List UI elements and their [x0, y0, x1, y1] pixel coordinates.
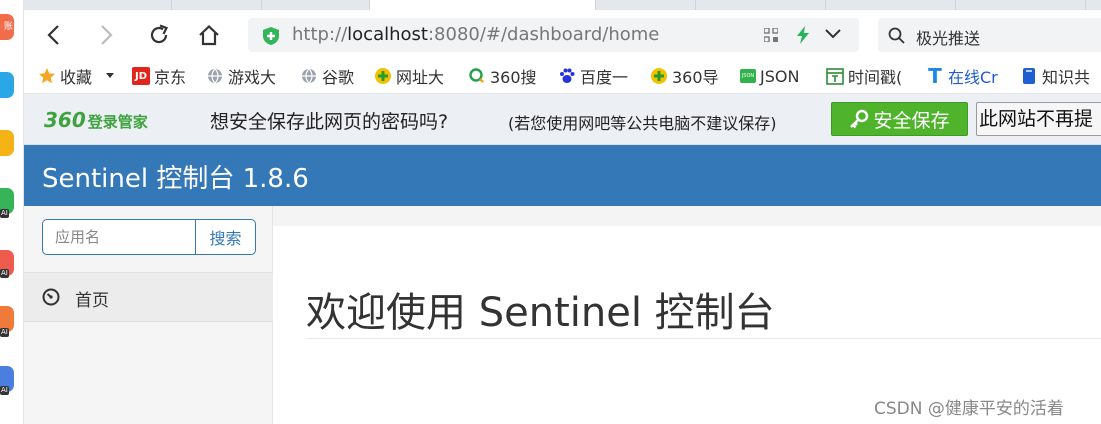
reload-button[interactable]: [144, 20, 174, 50]
app-search: 搜索: [42, 219, 256, 255]
tab-strip: [24, 0, 1101, 10]
bookmark-url-nav[interactable]: 网址大: [374, 64, 444, 88]
star-icon: [38, 67, 56, 85]
reload-icon: [150, 24, 169, 44]
bookmark-online-cr[interactable]: T 在线Cr: [926, 64, 998, 88]
qr-code-icon[interactable]: [764, 28, 778, 42]
jd-icon: JD: [132, 67, 150, 85]
chevron-left-icon: [47, 25, 59, 45]
secure-shield-icon: [263, 27, 279, 45]
app-header: Sentinel 控制台 1.8.6: [24, 145, 1101, 206]
bookmark-360-search[interactable]: 360搜: [468, 64, 537, 88]
lightning-icon[interactable]: [796, 26, 810, 44]
bookmark-google[interactable]: 谷歌: [300, 64, 354, 88]
json-icon: JSON: [740, 69, 756, 83]
sidebar-item-home[interactable]: 首页: [24, 272, 273, 322]
calendar-icon: [826, 67, 844, 85]
home-icon: [199, 24, 219, 46]
sidebar: 搜索 首页: [24, 206, 273, 424]
search-button[interactable]: 搜索: [195, 219, 256, 255]
plus-circle-icon: [650, 67, 668, 85]
csdn-watermark: CSDN @健康平安的活着: [874, 399, 1064, 419]
main-content: 欢迎使用 Sentinel 控制台: [273, 206, 1101, 424]
chevron-down-icon[interactable]: [825, 29, 841, 39]
search-icon: [888, 27, 905, 44]
home-button[interactable]: [194, 20, 224, 50]
side-app-strip: 账号 AI AI AI AI: [0, 0, 24, 424]
bookmark-favorites[interactable]: 收藏: [38, 64, 115, 88]
tab[interactable]: [262, 0, 370, 10]
tab[interactable]: [956, 0, 1086, 10]
url-text[interactable]: http://localhost:8080/#/dashboard/home: [292, 24, 659, 45]
tab[interactable]: [172, 0, 262, 10]
dashboard-gauge-icon: [42, 288, 60, 306]
save-password-hint: (若您使用网吧等公共电脑不建议保存): [508, 114, 777, 133]
divider: [306, 338, 1101, 339]
tab[interactable]: [826, 0, 956, 10]
bookmarks-bar: 收藏 JD 京东 游戏大 谷歌 网址大 360搜 百度一 360导 JSON J…: [24, 58, 1101, 94]
search-icon: [468, 67, 486, 85]
bookmark-json[interactable]: JSON JSON: [740, 64, 799, 88]
account-badge-icon[interactable]: 账号: [0, 14, 14, 40]
login-manager-brand: 360 登录管家: [44, 108, 148, 132]
sidebar-item-label: 首页: [75, 291, 109, 311]
ai-badge-icon: AI: [0, 209, 9, 218]
search-engine-box[interactable]: 极光推送: [878, 18, 1101, 52]
bookmark-timestamp[interactable]: 时间戳(: [826, 64, 902, 88]
bookmark-360-nav[interactable]: 360导: [650, 64, 719, 88]
app-icon-blue[interactable]: [0, 72, 14, 98]
app-name-input[interactable]: [42, 219, 196, 255]
navigation-bar: http://localhost:8080/#/dashboard/home 极…: [24, 10, 1101, 58]
app-icon-yellow[interactable]: [0, 130, 14, 156]
password-save-bar: 360 登录管家 想安全保存此网页的密码吗? (若您使用网吧等公共电脑不建议保存)…: [24, 94, 1101, 145]
search-engine-text[interactable]: 极光推送: [916, 25, 980, 49]
ai-badge-icon: AI: [0, 386, 9, 395]
save-password-question: 想安全保存此网页的密码吗?: [210, 111, 449, 133]
bookmark-games[interactable]: 游戏大: [206, 64, 276, 88]
ai-badge-icon: AI: [0, 328, 9, 337]
tab[interactable]: [696, 0, 826, 10]
bookmark-baidu[interactable]: 百度一: [558, 64, 628, 88]
forward-button[interactable]: [92, 20, 122, 50]
welcome-heading: 欢迎使用 Sentinel 控制台: [306, 290, 775, 336]
globe-icon: [300, 67, 318, 85]
t-icon: T: [928, 64, 942, 88]
tab[interactable]: [42, 0, 172, 10]
bookmark-jd[interactable]: JD 京东: [132, 64, 186, 88]
tab-active[interactable]: [370, 0, 596, 10]
plus-circle-icon: [374, 67, 392, 85]
chevron-right-icon: [101, 25, 113, 45]
ai-badge-icon: AI: [0, 269, 9, 278]
key-icon: [849, 109, 869, 129]
address-bar[interactable]: http://localhost:8080/#/dashboard/home: [248, 18, 859, 52]
app-title[interactable]: Sentinel 控制台 1.8.6: [42, 158, 309, 195]
book-icon: [1020, 67, 1038, 85]
back-button[interactable]: [38, 20, 68, 50]
tab[interactable]: [596, 0, 696, 10]
globe-icon: [206, 67, 224, 85]
safe-save-button[interactable]: 安全保存: [831, 102, 968, 136]
caret-down-icon: [106, 73, 115, 78]
never-save-button[interactable]: 此网站不再提: [976, 102, 1101, 136]
bookmark-knowledge[interactable]: 知识共: [1020, 64, 1090, 88]
browser-window: 账号 AI AI AI AI: [0, 0, 1101, 424]
paw-icon: [558, 67, 576, 85]
